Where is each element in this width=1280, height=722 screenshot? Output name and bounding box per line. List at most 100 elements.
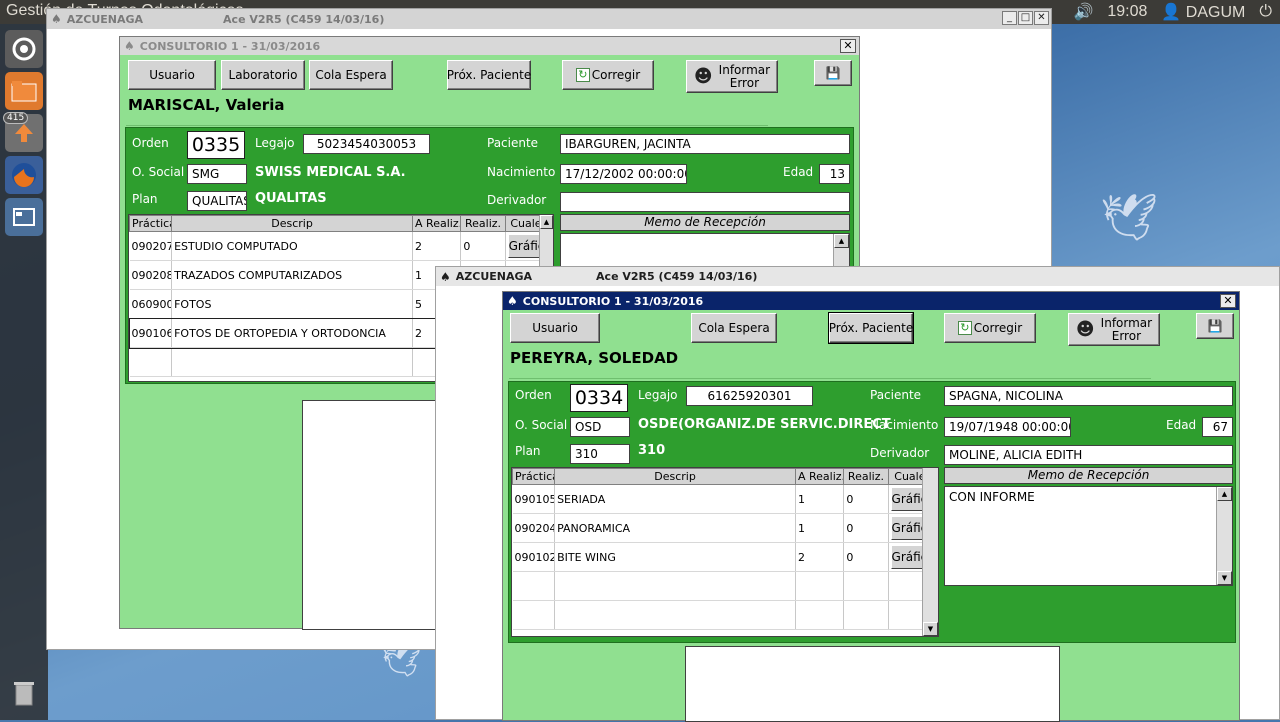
practica-code: 090105 (512, 484, 556, 514)
plan-name: QUALITAS (255, 191, 327, 206)
column-header[interactable]: A Realiz. (412, 215, 462, 232)
osocial-code-field[interactable]: SMG (187, 164, 247, 184)
spade-icon: ♠ (440, 269, 451, 284)
table-header-row: Práctica Descrip A Realiz. Realiz. Cuale… (511, 468, 939, 485)
edad-field[interactable]: 67 (1202, 417, 1233, 437)
table-scrollbar[interactable]: ▼ (922, 468, 938, 636)
osocial-code-field[interactable]: OSD (570, 417, 630, 437)
edad-field[interactable]: 13 (819, 164, 850, 184)
practica-code: 090208 (129, 260, 173, 290)
table-row[interactable] (512, 600, 939, 630)
usuario-button[interactable]: Usuario (128, 60, 216, 90)
back-form-titlebar: ♠ CONSULTORIO 1 - 31/03/2016 (120, 37, 859, 55)
memo-scrollbar[interactable]: ▲ ▼ (1216, 487, 1232, 585)
derivador-field[interactable] (560, 192, 850, 212)
nacimiento-field[interactable]: 19/07/1948 00:00:00 (944, 417, 1071, 437)
power-icon[interactable]: ⏻ (1259, 3, 1272, 21)
paciente-field[interactable]: SPAGNA, NICOLINA (944, 386, 1233, 406)
prox-paciente-button[interactable]: Próx. Paciente (447, 60, 531, 90)
close-icon[interactable]: ✕ (1220, 294, 1236, 308)
scroll-up-icon[interactable]: ▲ (540, 215, 553, 229)
save-button[interactable]: 💾 (1196, 313, 1234, 339)
table-row[interactable] (512, 571, 939, 601)
paciente-field[interactable]: IBARGUREN, JACINTA (560, 134, 850, 154)
cola-espera-button[interactable]: Cola Espera (691, 313, 777, 343)
firefox-icon[interactable] (5, 156, 43, 194)
front-app-title: AZCUENAGA (455, 270, 533, 283)
practica-code: 090102 (512, 542, 556, 572)
prox-paciente-button[interactable]: Próx. Paciente (828, 312, 914, 344)
practica-desc: BITE WING (554, 542, 796, 572)
informar-error-button[interactable]: ☻ Informar Error (686, 60, 778, 93)
paciente-label: Paciente (870, 388, 922, 402)
user-name: DAGUM (1185, 4, 1246, 21)
dash-home-icon[interactable] (5, 30, 43, 68)
column-header[interactable]: Realiz. (460, 215, 506, 232)
laboratorio-button[interactable]: Laboratorio (221, 60, 305, 90)
orden-label: Orden (132, 136, 169, 150)
orden-label: Orden (515, 388, 552, 402)
informar-label: Informar (718, 62, 771, 77)
spade-icon: ♠ (124, 39, 135, 53)
practica-desc: PANORAMICA (554, 513, 796, 543)
app-window-icon[interactable] (5, 198, 43, 236)
system-tray: 🔊 19:08 👤 DAGUM ⏻ (1073, 2, 1272, 22)
divider (126, 125, 768, 126)
legajo-field[interactable]: 5023454030053 (303, 134, 430, 154)
corregir-button[interactable]: ↻ Corregir (562, 60, 654, 90)
maximize-icon[interactable]: □ (1018, 11, 1033, 25)
preview-area (685, 646, 1060, 722)
floppy-icon: 💾 (1207, 318, 1223, 333)
paciente-label: Paciente (487, 136, 539, 150)
column-header[interactable]: Práctica (511, 468, 556, 485)
table-row[interactable]: 090105 SERIADA 1 0 Gráfico (512, 484, 939, 514)
column-header[interactable]: Descrip (554, 468, 796, 485)
table-row[interactable]: 090204 PANORAMICA 1 0 Gráfico (512, 513, 939, 543)
minimize-icon[interactable]: _ (1002, 11, 1017, 25)
patient-panel: Orden 0334 Legajo 61625920301 Paciente S… (508, 381, 1236, 643)
informar-error-button[interactable]: ☻ Informar Error (1068, 313, 1160, 346)
column-header[interactable]: A Realiz. (794, 468, 845, 485)
trash-icon[interactable] (5, 674, 43, 712)
save-button[interactable]: 💾 (814, 60, 852, 86)
table-row[interactable]: 090207 ESTUDIO COMPUTADO 2 0 Gráfico (129, 231, 554, 261)
memo-header: Memo de Recepción (560, 214, 850, 231)
volume-icon[interactable]: 🔊 (1073, 2, 1093, 22)
front-form-title: CONSULTORIO 1 - 31/03/2016 (522, 294, 704, 308)
column-header[interactable]: Descrip (171, 215, 414, 232)
spade-icon: ♠ (51, 12, 62, 26)
clock[interactable]: 19:08 (1107, 3, 1147, 21)
practica-desc: TRAZADOS COMPUTARIZADOS (171, 260, 414, 290)
legajo-field[interactable]: 61625920301 (686, 386, 813, 406)
edad-label: Edad (1166, 418, 1197, 432)
close-icon[interactable]: ✕ (1034, 11, 1049, 25)
plan-code-field[interactable]: 310 (570, 444, 630, 464)
scroll-up-icon[interactable]: ▲ (834, 234, 849, 248)
files-icon[interactable] (5, 72, 43, 110)
plan-name: 310 (638, 443, 666, 458)
column-header[interactable]: Realiz. (843, 468, 889, 485)
derivador-field[interactable]: MOLINE, ALICIA EDITH (944, 445, 1233, 465)
cola-espera-button[interactable]: Cola Espera (309, 60, 393, 90)
front-app-titlebar: ♠ AZCUENAGA Ace V2R5 (C459 14/03/16) (436, 267, 1279, 286)
scroll-up-icon[interactable]: ▲ (1217, 487, 1232, 501)
scroll-down-icon[interactable]: ▼ (923, 622, 938, 636)
update-manager-icon[interactable]: 415 (3, 112, 43, 152)
table-row[interactable]: 090102 BITE WING 2 0 Gráfico (512, 542, 939, 572)
orden-value: 0335 (187, 131, 245, 159)
reporter-icon: ☻ (1075, 319, 1095, 340)
nacimiento-field[interactable]: 17/12/2002 00:00:00 (560, 164, 687, 184)
user-menu[interactable]: 👤 DAGUM (1161, 2, 1245, 22)
column-header[interactable]: Práctica (128, 215, 173, 232)
usuario-button[interactable]: Usuario (510, 313, 600, 343)
front-app-window: ♠ AZCUENAGA Ace V2R5 (C459 14/03/16) ♠ C… (435, 266, 1280, 722)
refresh-icon: ↻ (575, 68, 590, 82)
scroll-down-icon[interactable]: ▼ (1217, 571, 1232, 585)
practicas-table: Práctica Descrip A Realiz. Realiz. Cuale… (511, 467, 939, 637)
doctor-name: PEREYRA, SOLEDAD (510, 349, 679, 367)
a-realizar: 2 (412, 231, 462, 261)
plan-code-field[interactable]: QUALITAS (187, 191, 247, 211)
memo-textarea[interactable]: CON INFORME ▲ ▼ (944, 486, 1233, 586)
close-icon[interactable]: ✕ (840, 39, 856, 53)
corregir-button[interactable]: ↻ Corregir (944, 313, 1036, 343)
